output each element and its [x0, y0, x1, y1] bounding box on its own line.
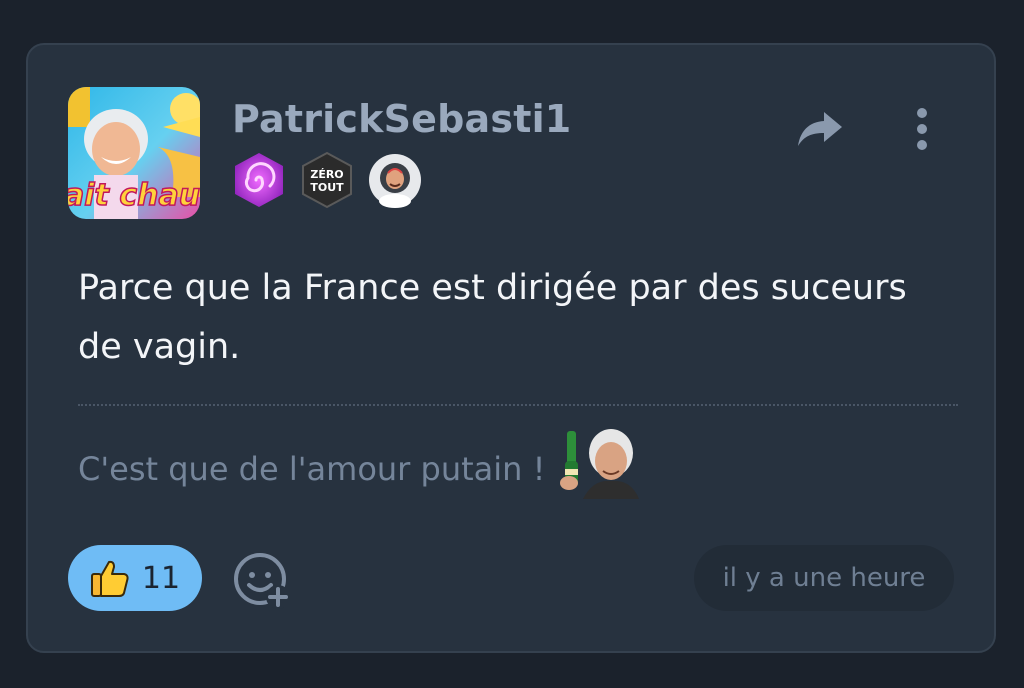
- man-with-beer-sticker-icon: [560, 429, 640, 499]
- more-options-button[interactable]: [900, 97, 944, 161]
- share-arrow-icon: [798, 112, 842, 146]
- post-body-text: Parce que la France est dirigée par des …: [78, 268, 907, 367]
- more-vertical-icon: [917, 108, 927, 150]
- signature-divider: [78, 404, 958, 406]
- svg-text:TOUT: TOUT: [310, 181, 344, 194]
- post-timestamp[interactable]: il y a une heure: [694, 545, 954, 611]
- user-avatar[interactable]: ait chaud: [68, 87, 200, 219]
- add-emoji-icon: [234, 553, 290, 609]
- signature-text: C'est que de l'amour putain !: [78, 450, 546, 488]
- post-card: ait chaud PatrickSebasti1 ZÉRO TOUT: [26, 43, 996, 653]
- thumbs-up-icon: [90, 560, 129, 597]
- user-badges: ZÉRO TOUT: [230, 149, 424, 211]
- share-button[interactable]: [790, 101, 850, 157]
- like-button[interactable]: 11: [68, 545, 202, 611]
- zero-tout-badge-icon[interactable]: ZÉRO TOUT: [298, 151, 356, 209]
- astronaut-sticker-badge-icon[interactable]: [366, 151, 424, 209]
- svg-text:ZÉRO: ZÉRO: [310, 168, 343, 181]
- like-count: 11: [141, 560, 181, 596]
- username[interactable]: PatrickSebasti1: [232, 95, 571, 143]
- add-reaction-button[interactable]: [230, 549, 294, 613]
- avatar-caption: ait chaud: [68, 178, 200, 213]
- purple-swirl-badge-icon[interactable]: [230, 151, 288, 209]
- avatar-image: ait chaud: [68, 87, 200, 219]
- user-signature: C'est que de l'amour putain !: [78, 423, 643, 499]
